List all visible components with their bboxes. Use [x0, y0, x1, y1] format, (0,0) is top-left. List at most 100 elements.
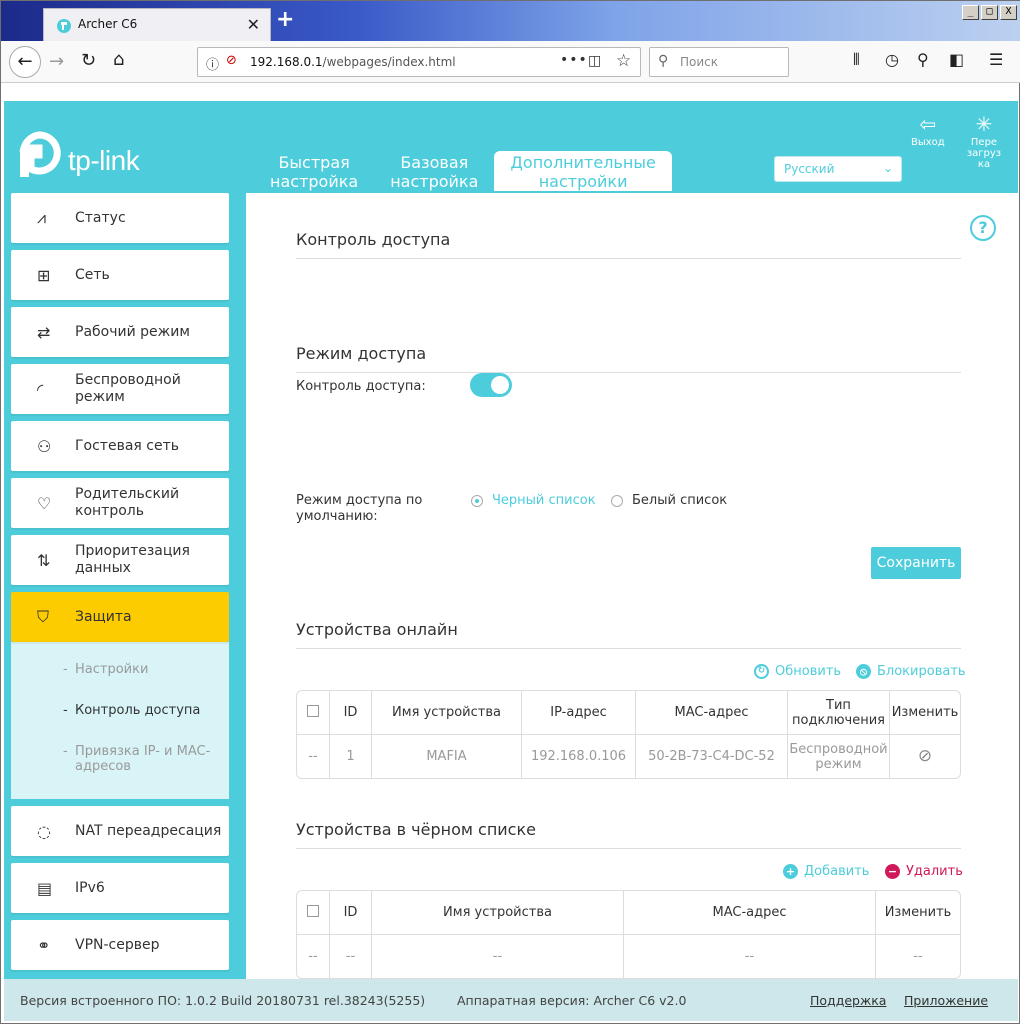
info-icon[interactable]: ⓘ: [206, 54, 219, 73]
sidebar-item-qos[interactable]: ⇅ Приоритезация данных: [11, 535, 229, 585]
tab-bar: Archer C6 ✕ + _ □ X: [1, 1, 1020, 41]
sidebar-item-network[interactable]: ⊞ Сеть: [11, 250, 229, 300]
refresh-icon: ↻: [754, 664, 769, 679]
sidebar-item-nat[interactable]: ◌ NAT переадресация: [11, 806, 229, 856]
submenu-item-settings[interactable]: Настройки: [11, 662, 229, 677]
section-title: Устройства онлайн: [296, 620, 961, 649]
history-icon[interactable]: ◷: [885, 50, 899, 69]
sidebar-item-status[interactable]: ⩘ Статус: [11, 193, 229, 243]
sidebar-item-parental-control[interactable]: ♡ Родительский контроль: [11, 478, 229, 528]
radio-blacklist[interactable]: Черный список: [471, 493, 596, 508]
section-title: Устройства в чёрном списке: [296, 820, 961, 849]
sidebar-item-operation-mode[interactable]: ⇄ Рабочий режим: [11, 307, 229, 357]
access-control-section: Контроль доступа: [296, 230, 961, 259]
radio-whitelist[interactable]: Белый список: [611, 493, 727, 508]
tab-basic[interactable]: Базовая настройка: [374, 151, 494, 191]
table-row: -- -- -- -- --: [297, 935, 960, 978]
reload-icon[interactable]: ↻: [81, 50, 96, 71]
search-icon: ⚲: [658, 53, 669, 69]
priority-arrows-icon: ⇅: [37, 550, 51, 570]
sidebar-item-vpn[interactable]: ⚭ VPN-сервер: [11, 920, 229, 970]
block-icon: ⦸: [856, 664, 871, 679]
table-row: -- 1 MAFIA 192.168.0.106 50-2B-73-C4-DC-…: [297, 735, 960, 778]
refresh-button[interactable]: ↻ Обновить: [754, 664, 841, 679]
save-button[interactable]: Сохранить: [871, 547, 961, 579]
network-icon: ⊞: [37, 265, 51, 285]
add-button[interactable]: + Добавить: [783, 864, 869, 879]
submenu-item-ip-mac-binding[interactable]: Привязка IP- и MAC- адресов: [11, 744, 229, 774]
logout-icon: ⇦: [919, 112, 937, 136]
access-mode-label: Режим доступа по умолчанию:: [296, 493, 423, 524]
access-control-toggle[interactable]: [470, 373, 512, 397]
library-icon[interactable]: ⫴: [853, 50, 860, 70]
access-control-label: Контроль доступа:: [296, 379, 426, 394]
bookmark-star-icon[interactable]: ☆: [616, 51, 631, 71]
shield-icon: ⛉: [37, 607, 50, 626]
brand-logo: tp-link: [14, 131, 154, 181]
top-navigation: Быстрая настройка Базовая настройка Допо…: [254, 151, 672, 191]
navigation-bar: ← → ↻ ⌂ ⓘ ⊘ 192.168.0.1/webpages/index.h…: [1, 41, 1020, 83]
heart-icon: ♡: [37, 493, 52, 513]
tab-close-icon[interactable]: ✕: [247, 15, 260, 34]
search-placeholder: Поиск: [680, 55, 719, 69]
maximize-button[interactable]: □: [981, 5, 998, 20]
online-devices-table: ID Имя устройства IP-адрес MAC-адрес Тип…: [296, 690, 961, 779]
zoom-icon[interactable]: ⚲: [917, 50, 929, 69]
sidebar-item-security[interactable]: ⛉ Защита: [11, 592, 229, 642]
tplink-logo-icon: [19, 131, 61, 177]
brand-name: tp-link: [68, 145, 140, 176]
tab-quick-setup[interactable]: Быстрая настройка: [254, 151, 374, 191]
search-bar[interactable]: ⚲ Поиск: [649, 47, 789, 77]
insecure-lock-icon[interactable]: ⊘: [226, 53, 237, 68]
close-button[interactable]: X: [1000, 5, 1017, 20]
guest-icon: ⚇: [37, 436, 52, 456]
back-icon[interactable]: ←: [9, 46, 41, 78]
blacklist-table: ID Имя устройства MAC-адрес Изменить -- …: [296, 890, 961, 979]
new-tab-button[interactable]: +: [276, 9, 294, 31]
sidebar-icon[interactable]: ◧: [949, 50, 964, 69]
security-submenu: Настройки Контроль доступа Привязка IP- …: [11, 642, 229, 799]
submenu-item-access-control[interactable]: Контроль доступа: [11, 703, 229, 718]
table-header: ID Имя устройства IP-адрес MAC-адрес Тип…: [297, 691, 960, 735]
table-header: ID Имя устройства MAC-адрес Изменить: [297, 891, 960, 935]
home-icon[interactable]: ⌂: [113, 49, 124, 70]
ipv6-icon: ▤: [37, 878, 53, 898]
select-all-checkbox[interactable]: [307, 704, 319, 717]
tab-title: Archer C6: [78, 17, 138, 31]
support-link[interactable]: Поддержка: [810, 993, 886, 1008]
nat-icon: ◌: [37, 821, 51, 841]
footer: Версия встроенного ПО: 1.0.2 Build 20180…: [4, 979, 1018, 1021]
url-bar[interactable]: ⓘ ⊘ 192.168.0.1/webpages/index.html ••• …: [197, 47, 641, 77]
block-button[interactable]: ⦸ Блокировать: [856, 664, 966, 679]
pulse-icon: ⩘: [37, 208, 47, 227]
delete-button[interactable]: − Удалить: [885, 864, 963, 879]
sidebar-item-guest-network[interactable]: ⚇ Гостевая сеть: [11, 421, 229, 471]
reboot-button[interactable]: ✳ Пере загруз ка: [966, 113, 1002, 170]
page-actions-icon[interactable]: •••: [560, 52, 588, 68]
tab-advanced[interactable]: Дополнительные настройки: [494, 151, 672, 191]
pocket-icon[interactable]: ◫: [588, 53, 601, 69]
minimize-button[interactable]: _: [962, 5, 979, 20]
reboot-icon: ✳: [975, 112, 993, 136]
app-link[interactable]: Приложение: [904, 993, 988, 1008]
section-title: Контроль доступа: [296, 230, 961, 259]
tplink-favicon-icon: [57, 19, 71, 33]
block-device-icon[interactable]: ⊘: [918, 746, 932, 766]
menu-icon[interactable]: ☰: [989, 50, 1003, 69]
sidebar-item-ipv6[interactable]: ▤ IPv6: [11, 863, 229, 913]
select-all-checkbox[interactable]: [307, 904, 319, 917]
online-devices-section: Устройства онлайн: [296, 620, 961, 649]
switch-icon: ⇄: [37, 322, 51, 342]
firmware-version: Версия встроенного ПО: 1.0.2 Build 20180…: [20, 993, 426, 1008]
url-text[interactable]: 192.168.0.1/webpages/index.html: [250, 55, 456, 69]
minus-icon: −: [885, 864, 900, 879]
blacklist-devices-section: Устройства в чёрном списке: [296, 820, 961, 849]
browser-tab[interactable]: Archer C6 ✕: [43, 8, 271, 41]
language-select[interactable]: Русский ⌄: [774, 156, 902, 182]
sidebar-item-wireless[interactable]: ◜ Беспроводной режим: [11, 364, 229, 414]
main-content: ? Контроль доступа Контроль доступа: Реж…: [246, 193, 1018, 979]
help-icon[interactable]: ?: [970, 215, 996, 241]
forward-icon[interactable]: →: [49, 51, 64, 72]
logout-button[interactable]: ⇦ Выход: [911, 113, 945, 148]
hardware-version: Аппаратная версия: Archer C6 v2.0: [457, 993, 687, 1008]
